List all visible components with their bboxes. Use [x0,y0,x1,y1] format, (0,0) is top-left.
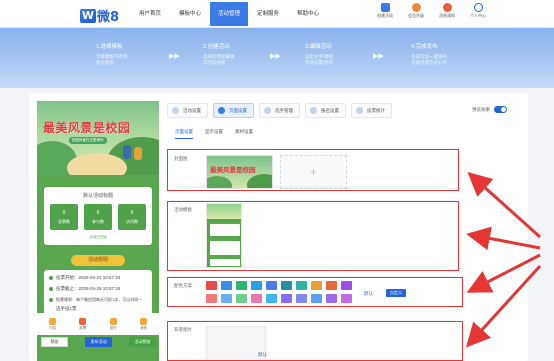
top-header: W 微8 用户首页 模板中心 活动管理 定制服务 帮助中心 创建活动 会员升级 … [0,0,554,28]
stat-visits: 0 访问数 [118,204,146,230]
step-arrow-icon: ▶▶ [373,53,384,60]
user-center-button[interactable]: 个人中心 [468,3,488,19]
step-1-desc: 丰富模板可选择 套光看图 [96,54,128,65]
tab-page-settings[interactable]: 页面设置 [213,103,254,118]
create-activity-icon [380,3,390,12]
step-4: 4.完成发布 完成活动一键发布 选择合适方式分享 [411,44,447,65]
highlight-box [167,277,463,307]
bell-icon [442,3,452,12]
header-actions: 创建活动 会员升级 消息通知 个人中心 [375,3,488,19]
tab-vote-statistics[interactable]: 投票统计 [351,103,392,118]
publish-button[interactable]: 发布活动 [85,337,112,347]
rule-item-continued: 选手投1票 [56,306,77,311]
mine-icon [140,317,148,325]
rule-item: 投票规则：每个微信用每天可投1次，可以对同一 [49,297,142,303]
activity-preview-button[interactable]: 活动预览 [129,337,156,347]
stat-total-votes: 0 总票数 [50,204,78,230]
rule-item: 投票截止：2025-04-29 10:57:34 [49,286,120,292]
settings-icon [172,107,179,114]
dot-icon [49,276,53,280]
subtab-material-settings[interactable]: 素材设置 [235,129,253,139]
create-activity-button[interactable]: 创建活动 [375,3,395,19]
intro-icon [48,317,56,325]
ranking-icon [109,317,117,325]
tab-intro[interactable]: 介绍 [43,317,61,331]
rule-item: 投票开始：2025-04-22 10:57:34 [49,275,120,281]
vip-upgrade-icon [411,3,421,12]
nav-templates[interactable]: 模板中心 [170,0,210,28]
logo-text: 微8 [97,10,120,25]
toggle-switch[interactable] [494,106,507,113]
contestant-icon [264,107,271,114]
page-icon [218,107,225,114]
stat-participants: 6 参与数 [84,204,112,230]
hero-banner: 最美风景是校园 校园风景在这里等你 [37,101,159,175]
user-icon [473,3,483,12]
tab-mine[interactable]: 我的 [135,317,153,331]
logo[interactable]: W 微8 [80,6,119,25]
tab-ranking[interactable]: 排行 [104,317,122,331]
hero-title: 最美风景是校园 [43,121,131,135]
rules-card: 投票开始：2025-04-22 10:57:34 投票截止：2025-04-29… [44,270,152,318]
dot-icon [49,298,53,302]
hero-person-shape [123,145,131,159]
highlight-box [167,321,463,361]
activity-status: 活动已开始 [89,235,107,239]
stats-card: 默认活动标题 0 总票数 6 参与数 0 访问数 活动已开始 [44,187,152,245]
phone-preview: 最美风景是校园 校园风景在这里等你 默认活动标题 0 总票数 6 参与数 0 访… [37,101,159,361]
step-1: 1.选择模板 丰富模板可选择 套光看图 [96,42,166,66]
signup-icon [310,107,317,114]
preview-effect-toggle[interactable]: 预览效果 [472,106,507,113]
dot-icon [49,287,53,291]
steps-banner: 1.选择模板 丰富模板可选择 套光看图 ▶▶ 2.创建活动 选择后直接编辑 可活… [0,28,554,88]
nav-activity-management[interactable]: 活动管理 [210,2,249,26]
sub-tabs: 页面设置 显示设置 素材设置 [175,129,253,139]
step-arrow-icon: ▶▶ [169,53,180,60]
vote-icon [79,317,87,325]
tab-activity-settings[interactable]: 活动设置 [167,103,208,118]
highlight-box [167,201,459,271]
tab-signup-settings[interactable]: 报名设置 [305,103,346,118]
hero-ground-shape [67,153,127,175]
step-arrow-icon: ▶▶ [270,53,281,60]
main-nav: 用户首页 模板中心 活动管理 定制服务 帮助中心 [130,0,328,28]
tab-vote[interactable]: 投票 [74,317,92,331]
logo-mark: W [80,8,96,23]
nav-help-center[interactable]: 帮助中心 [288,0,328,28]
subtab-display-settings[interactable]: 显示设置 [205,129,223,139]
highlight-box [167,149,459,191]
step-2: 2.创建活动 选择后直接编辑 可活动创建 [203,44,235,65]
hero-person-shape [134,147,142,160]
nav-custom-service[interactable]: 定制服务 [248,0,288,28]
notifications-button[interactable]: 消息通知 [437,3,457,19]
config-tabs: 活动设置 页面设置 选手管理 报名设置 投票统计 [167,103,392,118]
hero-subtitle: 校园风景在这里等你 [69,137,107,144]
vip-upgrade-button[interactable]: 会员升级 [406,3,426,19]
preview-button[interactable]: 预览 [41,337,68,347]
subtab-page-settings[interactable]: 页面设置 [175,129,193,139]
tab-contestant-management[interactable]: 选手管理 [259,103,300,118]
phone-body: 默认活动标题 0 总票数 6 参与数 0 访问数 活动已开始 活动规则 投票开始… [37,175,159,361]
rules-heading: 活动规则 [71,255,125,266]
activity-title: 默认活动标题 [82,193,113,199]
nav-home[interactable]: 用户首页 [130,0,170,28]
stats-icon [356,107,363,114]
step-3: 3.编辑活动 设定文字/数据 活动设置/组织 [305,44,334,65]
phone-tabbar: 介绍 投票 排行 我的 [37,313,159,335]
